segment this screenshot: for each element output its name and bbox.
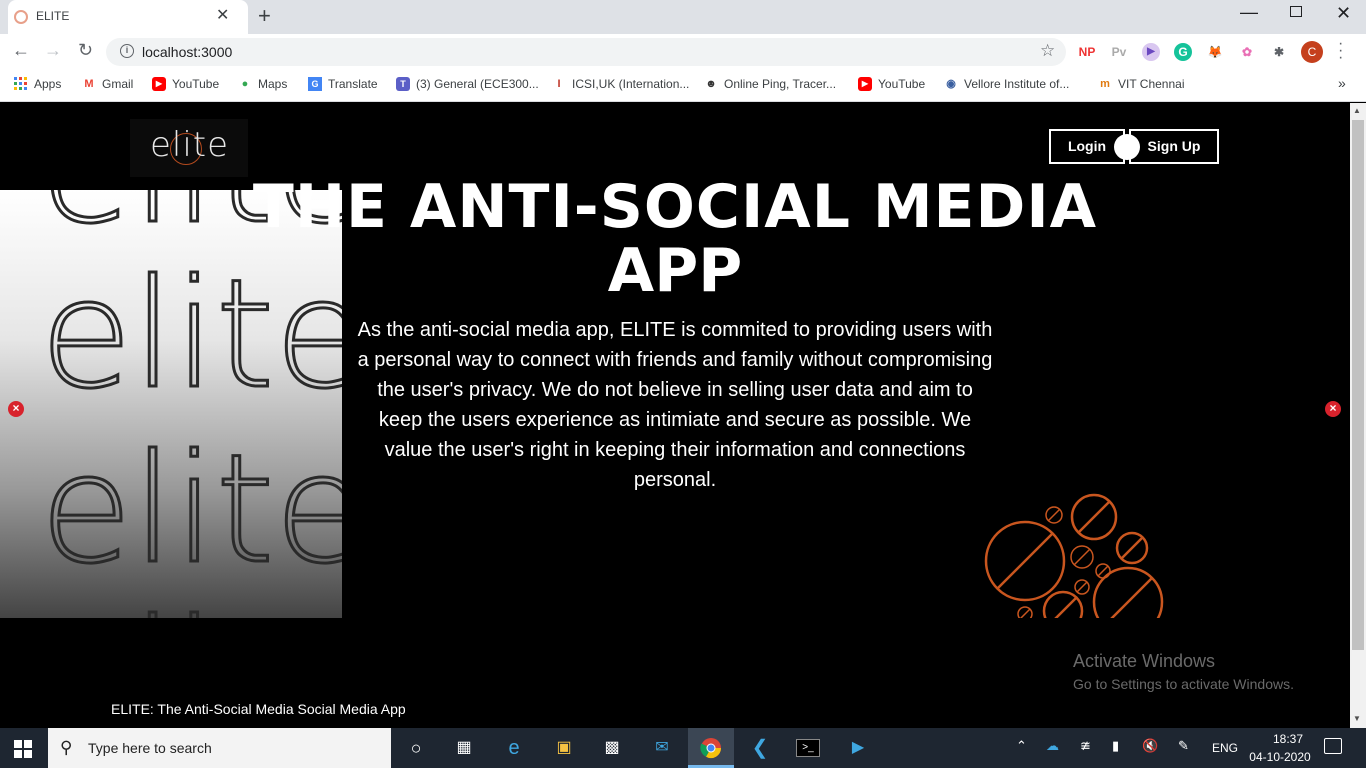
bookmark-label: VIT Chennai [1118, 77, 1185, 91]
np-extension-icon[interactable]: NP [1078, 43, 1096, 61]
wifi-icon[interactable]: ≇ [1080, 738, 1091, 754]
bookmark-label: Apps [34, 77, 62, 91]
bookmark-vit-chennai[interactable]: m VIT Chennai [1098, 77, 1185, 91]
activate-windows-title: Activate Windows [1073, 651, 1216, 671]
bookmark-online-ping[interactable]: ☻ Online Ping, Tracer... [704, 77, 836, 91]
grammarly-icon[interactable]: G [1174, 43, 1192, 61]
teams-icon: T [396, 77, 410, 91]
footer-tagline: ELITE: The Anti-Social Media Social Medi… [111, 701, 406, 717]
battery-icon[interactable]: ▮ [1112, 738, 1119, 754]
windows-start-icon[interactable] [14, 740, 32, 758]
terminal-icon[interactable]: >_ [796, 739, 820, 757]
taskbar-search-input[interactable]: Type here to search [88, 740, 212, 756]
hero-headline-line2: APP [607, 236, 743, 306]
onedrive-icon[interactable]: ☁ [1046, 738, 1059, 754]
bookmark-teams-general[interactable]: T (3) General (ECE300... [396, 77, 539, 91]
forward-arrow-icon[interactable]: → [44, 40, 62, 61]
tab-title: ELITE [36, 9, 70, 23]
back-arrow-icon[interactable]: ← [12, 40, 30, 61]
minimize-icon[interactable]: — [1240, 2, 1258, 23]
profile-avatar[interactable]: C [1301, 41, 1323, 63]
pv-extension-icon[interactable]: Pv [1110, 43, 1128, 61]
url-text[interactable]: localhost:3000 [142, 44, 232, 60]
bookmark-icsi[interactable]: I ICSI,UK (Internation... [552, 77, 689, 91]
menu-dots-icon[interactable]: · · · [1338, 36, 1344, 66]
store-icon[interactable]: ▩ [600, 736, 624, 760]
tab-close-icon[interactable]: ✕ [216, 6, 229, 26]
bookmark-translate[interactable]: G Translate [308, 77, 378, 91]
pen-icon[interactable]: ✎ [1178, 738, 1189, 754]
side-logo-word: elite [39, 599, 342, 619]
media-player-icon[interactable]: ▶ [846, 736, 870, 760]
cortana-icon[interactable]: ○ [404, 736, 428, 760]
bookmark-label: YouTube [878, 77, 926, 91]
bookmark-label: (3) General (ECE300... [416, 77, 539, 91]
restore-icon[interactable] [1290, 6, 1302, 17]
hero-description: As the anti-social media app, ELITE is c… [357, 319, 993, 491]
no-symbol-decoration [984, 493, 1164, 618]
apps-grid-icon [14, 77, 27, 90]
address-bar[interactable] [106, 38, 1066, 66]
bookmark-apps[interactable]: Apps [14, 77, 61, 91]
bookmark-maps[interactable]: ● Maps [238, 77, 288, 91]
icsi-icon: I [557, 78, 561, 90]
task-view-icon[interactable]: ▦ [452, 736, 476, 760]
activate-windows-subtitle: Go to Settings to activate Windows. [1073, 676, 1294, 692]
scroll-up-arrow-icon[interactable]: ▲ [1353, 106, 1361, 115]
notifications-icon[interactable] [1324, 738, 1342, 754]
file-explorer-icon[interactable]: ▣ [552, 736, 576, 760]
maps-pin-icon: ● [241, 78, 249, 90]
vit-icon: ◉ [946, 78, 956, 90]
bookmark-vellore[interactable]: ◉ Vellore Institute of... [944, 77, 1069, 91]
scroll-down-arrow-icon[interactable]: ▼ [1353, 714, 1361, 723]
hero-headline: THE ANTI-SOCIAL MEDIA [252, 172, 1098, 242]
clock-time[interactable]: 18:37 [1262, 732, 1314, 746]
bookmark-label: Vellore Institute of... [964, 77, 1070, 91]
toggle-knob[interactable] [1114, 134, 1140, 160]
site-logo-text[interactable]: elite [150, 125, 229, 165]
bookmark-youtube[interactable]: ▶ YouTube [152, 77, 219, 91]
site-info-icon[interactable]: i [120, 44, 134, 58]
search-icon: ⚲ [60, 738, 73, 757]
reload-icon[interactable]: ↻ [78, 40, 93, 61]
window-close-icon[interactable]: ✕ [1336, 3, 1351, 24]
edge-icon[interactable]: e [502, 736, 526, 760]
play-extension-icon[interactable]: ▶ [1142, 43, 1160, 61]
tab-favicon-icon [14, 10, 28, 24]
vit-chennai-icon: m [1100, 78, 1110, 90]
mail-icon[interactable]: ✉ [650, 736, 674, 760]
volume-mute-icon[interactable]: 🔇 [1142, 738, 1158, 754]
jellyfish-extension-icon[interactable]: ✿ [1238, 43, 1256, 61]
bookmark-label: Translate [328, 77, 378, 91]
bookmark-label: Online Ping, Tracer... [724, 77, 837, 91]
bookmarks-overflow-icon[interactable]: » [1338, 75, 1346, 91]
tray-chevron-up-icon[interactable]: ⌃ [1016, 738, 1027, 754]
bookmark-label: ICSI,UK (Internation... [572, 77, 690, 91]
bookmark-label: Maps [258, 77, 288, 91]
gmail-icon: M [84, 78, 94, 90]
bookmark-label: Gmail [102, 77, 134, 91]
chrome-icon[interactable] [700, 737, 722, 759]
extensions-puzzle-icon[interactable]: ✱ [1270, 43, 1288, 61]
vscode-icon[interactable]: ❮ [748, 736, 772, 760]
new-tab-button[interactable]: + [258, 3, 271, 29]
bookmark-label: YouTube [172, 77, 220, 91]
bookmark-star-icon[interactable]: ☆ [1040, 41, 1055, 61]
page-viewport: elite elite elite elite THE ANTI-SOCIAL … [0, 103, 1350, 728]
ping-icon: ☻ [705, 78, 717, 90]
youtube-icon: ▶ [858, 77, 872, 91]
bookmark-youtube-2[interactable]: ▶ YouTube [858, 77, 925, 91]
side-logo-word: elite [39, 423, 342, 597]
signup-button[interactable]: Sign Up [1129, 129, 1219, 164]
metamask-fox-icon[interactable]: 🦊 [1206, 43, 1224, 61]
language-indicator[interactable]: ENG [1212, 741, 1238, 755]
youtube-icon: ▶ [152, 77, 166, 91]
close-left-icon[interactable]: × [8, 401, 24, 417]
scrollbar-thumb[interactable] [1352, 120, 1364, 650]
bookmark-gmail[interactable]: M Gmail [82, 77, 133, 91]
translate-icon: G [308, 77, 322, 91]
clock-date[interactable]: 04-10-2020 [1247, 750, 1313, 764]
close-right-icon[interactable]: × [1325, 401, 1341, 417]
